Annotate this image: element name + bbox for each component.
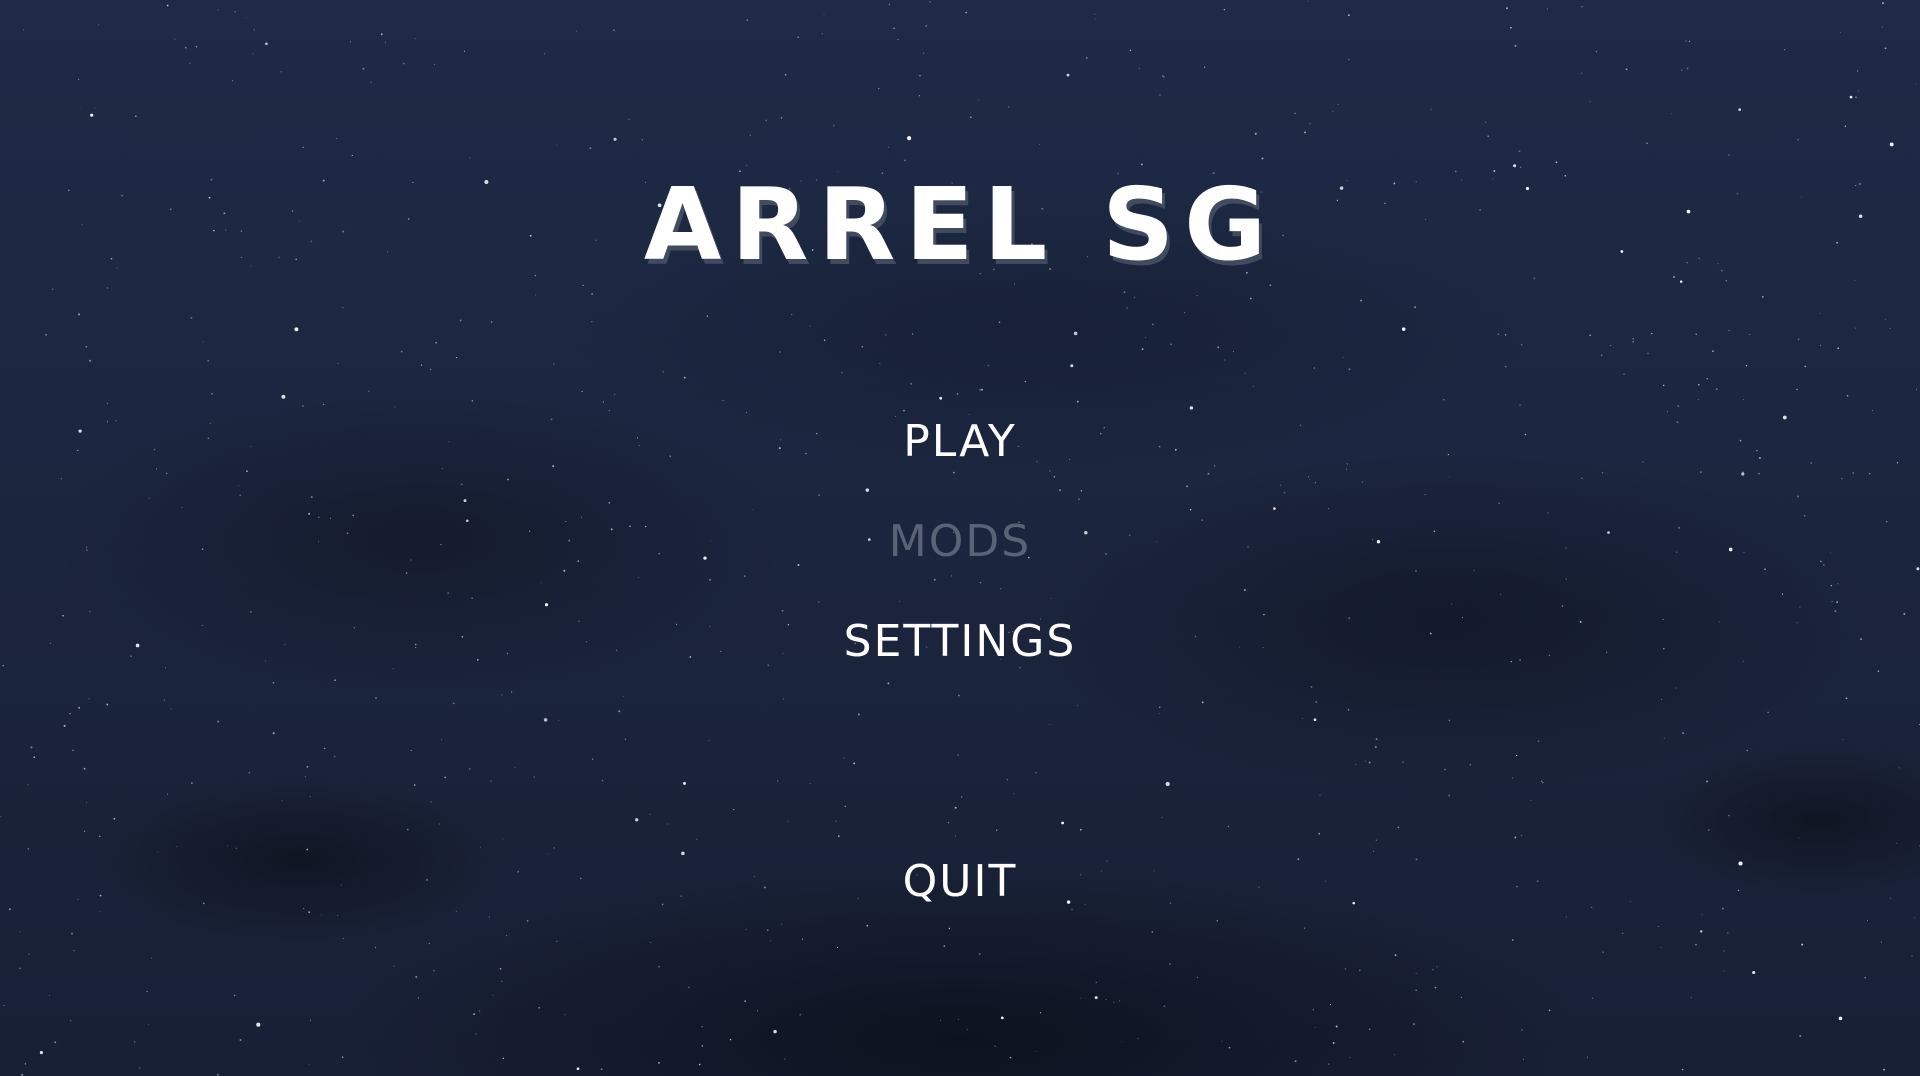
play-button[interactable]: PLAY: [0, 414, 1920, 470]
mods-button-label: MODS: [888, 516, 1032, 567]
settings-button[interactable]: SETTINGS: [0, 614, 1920, 670]
play-button-label: PLAY: [903, 416, 1017, 467]
game-title: ARREL SG: [643, 166, 1277, 283]
mods-button: MODS: [0, 514, 1920, 570]
quit-button-label: QUIT: [902, 856, 1018, 907]
quit-button[interactable]: QUIT: [0, 854, 1920, 910]
settings-button-label: SETTINGS: [843, 616, 1077, 667]
